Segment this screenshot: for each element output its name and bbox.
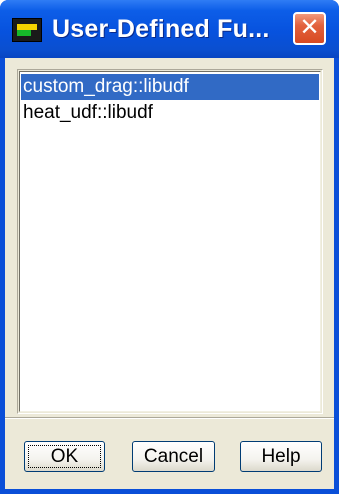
cancel-button-label: Cancel [143,446,204,467]
close-icon: ✕ [299,14,320,41]
list-item-custom-drag[interactable]: custom_drag::libudf [21,74,319,100]
ok-button[interactable]: OK [24,441,105,472]
separator [5,417,334,419]
udf-listbox[interactable]: custom_drag::libudf heat_udf::libudf [17,69,323,414]
help-button[interactable]: Help [240,441,322,472]
close-button[interactable]: ✕ [293,12,326,45]
udf-listbox-inner: custom_drag::libudf heat_udf::libudf [19,71,321,412]
window-title: User-Defined Fu... [52,15,270,43]
app-icon[interactable] [12,18,42,42]
list-item-heat-udf[interactable]: heat_udf::libudf [21,100,319,126]
title-bar[interactable]: User-Defined Fu... ✕ [0,0,339,58]
dialog-window: User-Defined Fu... ✕ custom_drag::libudf… [0,0,339,494]
app-icon-green-bar [17,30,31,36]
dialog-body: custom_drag::libudf heat_udf::libudf OK … [5,58,334,489]
focus-rect [28,445,101,468]
help-button-label: Help [261,446,301,467]
cancel-button[interactable]: Cancel [132,441,215,472]
